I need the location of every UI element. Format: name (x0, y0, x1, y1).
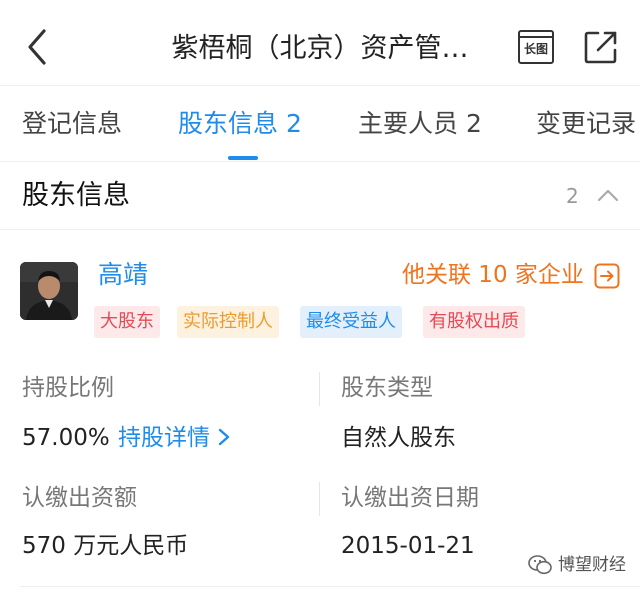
tag-actual-controller: 实际控制人 (177, 306, 279, 338)
chevron-right-icon (219, 428, 230, 446)
subscribed-date-value: 2015-01-21 (341, 533, 475, 559)
nav-bar: 紫梧桐（北京）资产管… 长图 (0, 0, 640, 86)
share-detail-link[interactable]: 持股详情 (118, 422, 231, 454)
tab-shareholder-info[interactable]: 股东信息 2 (178, 106, 302, 142)
watermark-text: 博望财经 (558, 555, 626, 575)
page-title: 紫梧桐（北京）资产管… (171, 33, 469, 64)
holder-type-label: 股东类型 (341, 375, 433, 401)
share-detail-label: 持股详情 (118, 425, 210, 451)
section-title: 股东信息 (22, 180, 130, 211)
long-image-label: 长图 (523, 42, 548, 56)
section-header[interactable]: 股东信息 2 (0, 162, 640, 230)
tab-registration-info[interactable]: 登记信息 (22, 106, 122, 142)
share-icon[interactable] (584, 30, 618, 64)
holder-type-value: 自然人股东 (341, 425, 456, 451)
subscribed-amount-value: 570 万元人民币 (22, 533, 189, 559)
tag-ultimate-beneficiary: 最终受益人 (300, 306, 402, 338)
share-ratio-label: 持股比例 (22, 375, 114, 401)
arrow-right-box-icon[interactable] (594, 263, 620, 289)
wechat-icon (528, 555, 552, 575)
tab-bar: 登记信息 股东信息 2 主要人员 2 变更记录 (0, 86, 640, 162)
tag-major-shareholder: 大股东 (94, 306, 160, 338)
back-icon[interactable] (22, 28, 56, 66)
tab-key-personnel[interactable]: 主要人员 2 (358, 106, 482, 142)
tab-change-records[interactable]: 变更记录 (536, 106, 636, 142)
section-count: 2 (566, 184, 579, 208)
long-image-button[interactable]: 长图 (518, 30, 554, 64)
tag-equity-pledge[interactable]: 有股权出质 (423, 306, 525, 338)
share-ratio-value: 57.00% (22, 425, 110, 451)
related-companies-link[interactable]: 他关联 10 家企业 (402, 258, 584, 292)
chevron-up-icon[interactable] (596, 186, 620, 204)
shareholder-name[interactable]: 高靖 (98, 258, 148, 292)
avatar[interactable] (20, 262, 78, 320)
active-tab-indicator (228, 156, 258, 160)
subscribed-amount-label: 认缴出资额 (22, 485, 137, 511)
subscribed-date-label: 认缴出资日期 (341, 485, 479, 511)
